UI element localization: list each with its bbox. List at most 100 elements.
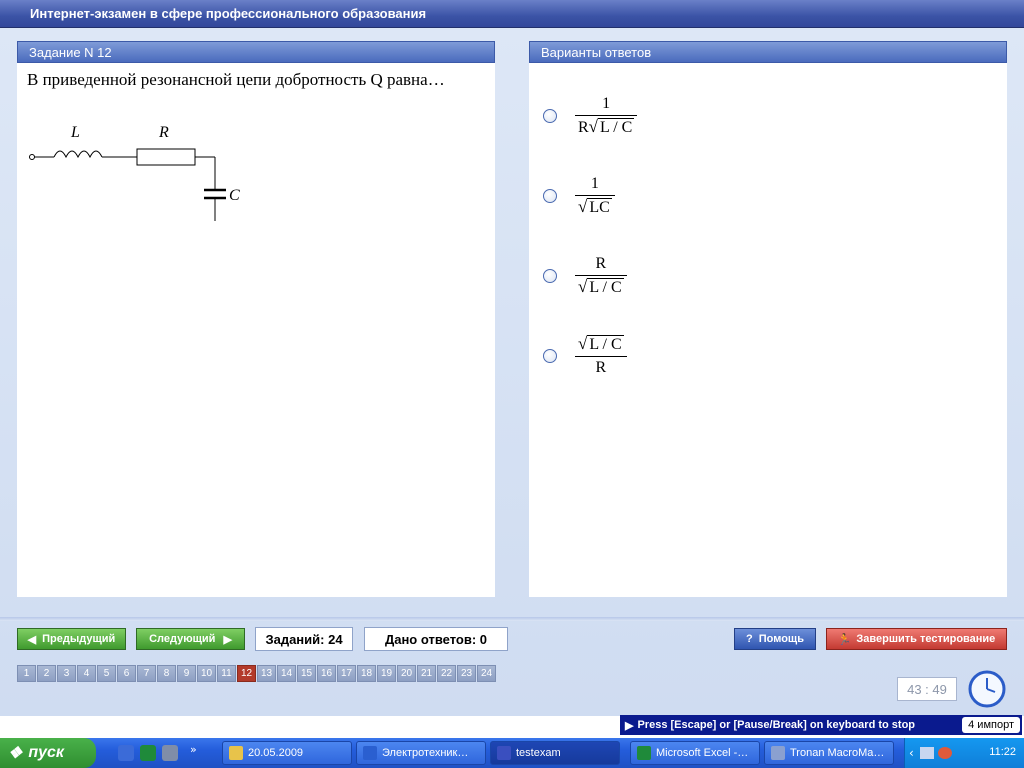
- app-icon: [771, 746, 785, 760]
- finish-button[interactable]: 🏃 Завершить тестирование: [826, 628, 1007, 650]
- exam-app: Задание N 12 В приведенной резонансной ц…: [0, 28, 1024, 716]
- answer-option-2[interactable]: 1 √ LC: [543, 175, 615, 217]
- page-button-6[interactable]: 6: [117, 665, 136, 682]
- page-button-21[interactable]: 21: [417, 665, 436, 682]
- app-icon: [363, 746, 377, 760]
- page-button-9[interactable]: 9: [177, 665, 196, 682]
- question-text: В приведенной резонансной цепи добротнос…: [27, 70, 445, 89]
- running-man-icon: 🏃: [837, 633, 852, 646]
- page-button-2[interactable]: 2: [37, 665, 56, 682]
- page-button-20[interactable]: 20: [397, 665, 416, 682]
- page-button-19[interactable]: 19: [377, 665, 396, 682]
- page-button-12[interactable]: 12: [237, 665, 256, 682]
- arrow-right-icon: ▶: [223, 633, 232, 646]
- circuit-diagram: L R C: [29, 124, 240, 221]
- quicklaunch-excel-icon[interactable]: [140, 745, 156, 761]
- divider: [0, 617, 1024, 621]
- page-button-4[interactable]: 4: [77, 665, 96, 682]
- taskbar-item-label: testexam: [516, 747, 561, 759]
- task-pager: 1 2 3 4 5 6 7 8 9 10 11 12 13 14 15 16 17 18 19 20 21 22 23 24: [17, 665, 497, 682]
- page-button-17[interactable]: 17: [337, 665, 356, 682]
- page-button-18[interactable]: 18: [357, 665, 376, 682]
- resistor: [136, 148, 196, 166]
- answers-given: Дано ответов: 0: [364, 627, 508, 651]
- tasks-count: Заданий: 24: [255, 627, 353, 651]
- quicklaunch-bmp-icon[interactable]: [162, 745, 178, 761]
- question-icon: ?: [746, 633, 753, 645]
- help-button[interactable]: ? Помощь: [734, 628, 816, 650]
- taskbar-item[interactable]: Microsoft Excel -…: [630, 741, 760, 765]
- taskbar-item-label: Электротехник…: [382, 747, 469, 759]
- page-button-10[interactable]: 10: [197, 665, 216, 682]
- taskbar-item[interactable]: Электротехник…: [356, 741, 486, 765]
- formula: 1 R√ L / C: [575, 95, 638, 137]
- window-title: Интернет-экзамен в сфере профессионально…: [0, 0, 1024, 28]
- page-button-22[interactable]: 22: [437, 665, 456, 682]
- quicklaunch-chevron-icon[interactable]: »: [190, 743, 197, 756]
- start-button[interactable]: ❖ пуск: [0, 738, 96, 768]
- taskbar-item[interactable]: testexam: [490, 741, 620, 765]
- answer-option-4[interactable]: √ L / C R: [543, 335, 627, 377]
- taskbar-item[interactable]: 20.05.2009: [222, 741, 352, 765]
- next-button[interactable]: Следующий ▶: [136, 628, 245, 650]
- radio-button[interactable]: [543, 349, 557, 363]
- formula: √ L / C R: [575, 335, 627, 377]
- page-button-23[interactable]: 23: [457, 665, 476, 682]
- page-button-7[interactable]: 7: [137, 665, 156, 682]
- inductor-label: L: [70, 124, 80, 141]
- capacitor-label: C: [229, 187, 240, 204]
- inductor-coil: [53, 150, 103, 159]
- numerator: √ L / C: [578, 334, 624, 353]
- escape-hint-bar: ▶ Press [Escape] or [Pause/Break] on key…: [620, 715, 1022, 735]
- arrow-left-icon: ◀: [27, 633, 37, 646]
- page-button-3[interactable]: 3: [57, 665, 76, 682]
- taskbar-item-label: 20.05.2009: [248, 747, 304, 759]
- page-button-5[interactable]: 5: [97, 665, 116, 682]
- prev-button[interactable]: ◀ Предыдущий: [17, 628, 126, 650]
- taskbar-item-label: Microsoft Excel -…: [656, 747, 749, 759]
- formula: R √ L / C: [575, 255, 627, 297]
- page-button-13[interactable]: 13: [257, 665, 276, 682]
- radio-button[interactable]: [543, 189, 557, 203]
- answer-option-1[interactable]: 1 R√ L / C: [543, 95, 638, 137]
- taskbar-item-label: Tronan MacroMa…: [790, 747, 885, 759]
- answers-panel: Варианты ответов 1 R√ L / C 1 √ LC R √ L / …: [529, 41, 1007, 597]
- page-button-8[interactable]: 8: [157, 665, 176, 682]
- language-indicator[interactable]: 4 импорт: [962, 717, 1020, 733]
- page-button-24[interactable]: 24: [477, 665, 496, 682]
- input-terminal-top: [29, 154, 35, 160]
- system-tray: ‹ 11:22: [904, 738, 1024, 768]
- page-button-14[interactable]: 14: [277, 665, 296, 682]
- tray-expand-icon[interactable]: ‹: [909, 746, 914, 760]
- play-arrow-icon: ▶: [625, 719, 634, 732]
- radio-button[interactable]: [543, 269, 557, 283]
- denominator: √ LC: [578, 197, 612, 216]
- numerator: 1: [590, 175, 599, 192]
- answer-option-3[interactable]: R √ L / C: [543, 255, 627, 297]
- taskbar-item[interactable]: Tronan MacroMa…: [764, 741, 894, 765]
- formula: 1 √ LC: [575, 175, 615, 217]
- numerator: R: [595, 255, 607, 272]
- answers-header: Варианты ответов: [529, 41, 1007, 63]
- timer: 43 : 49: [897, 677, 957, 701]
- windows-flag-icon: ❖: [8, 745, 23, 762]
- page-button-11[interactable]: 11: [217, 665, 236, 682]
- page-button-1[interactable]: 1: [17, 665, 36, 682]
- antivirus-icon[interactable]: [937, 747, 952, 759]
- network-icon[interactable]: [919, 747, 934, 759]
- denominator: R: [595, 359, 607, 376]
- app-icon: [637, 746, 651, 760]
- page-button-16[interactable]: 16: [317, 665, 336, 682]
- resistor-label: R: [158, 124, 169, 141]
- app-icon: [229, 746, 243, 760]
- radio-button[interactable]: [543, 109, 557, 123]
- quicklaunch-globe-icon[interactable]: [118, 745, 134, 761]
- app-icon: [497, 746, 511, 760]
- escape-hint-text: Press [Escape] or [Pause/Break] on keybo…: [637, 719, 916, 731]
- clock-icon: [968, 670, 1006, 708]
- system-clock: 11:22: [989, 746, 1016, 758]
- denominator: R√ L / C: [578, 117, 635, 136]
- numerator: 1: [602, 95, 611, 112]
- page-button-15[interactable]: 15: [297, 665, 316, 682]
- task-header: Задание N 12: [17, 41, 495, 63]
